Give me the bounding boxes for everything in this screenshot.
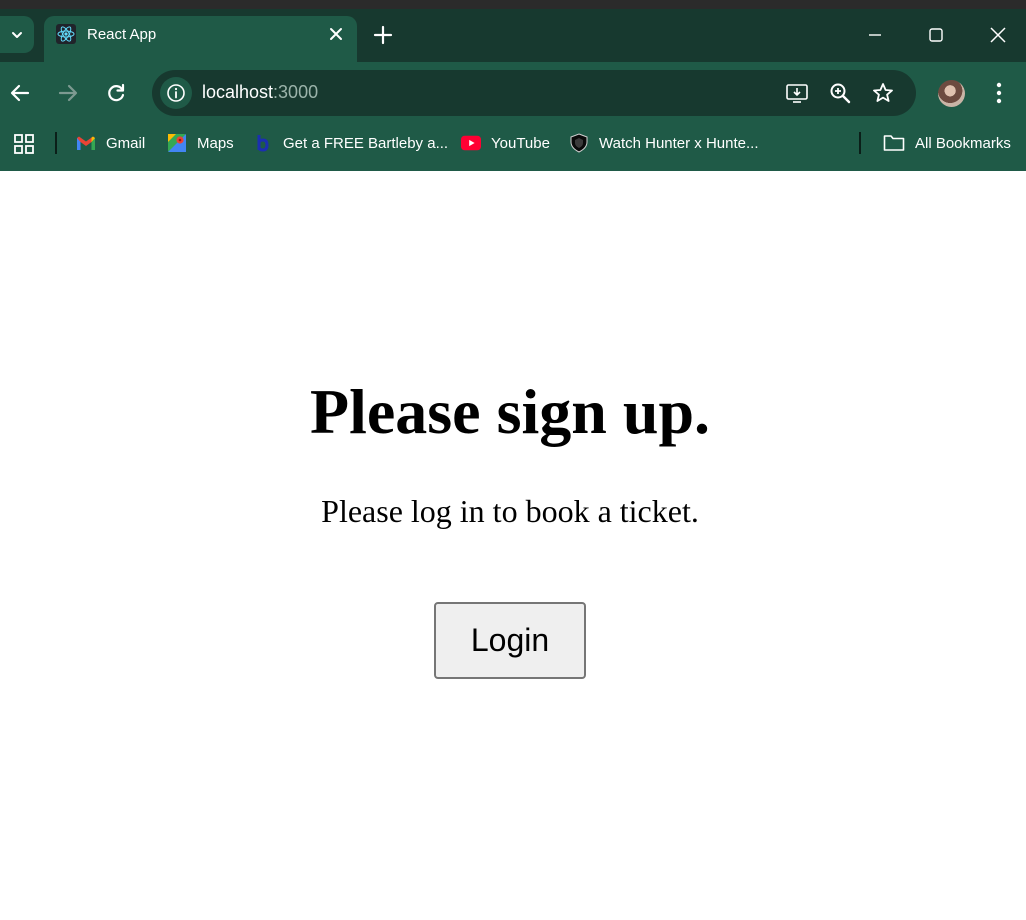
site-info-button[interactable]	[160, 77, 192, 109]
url-port: :3000	[273, 82, 319, 102]
browser-chrome: React App localhost:3000 Gmail Maps Get …	[0, 0, 1026, 171]
login-prompt: Please log in to book a ticket.	[321, 493, 699, 529]
folder-icon	[883, 133, 905, 153]
reload-button[interactable]	[103, 80, 129, 106]
bookmark-maps[interactable]: Maps	[167, 131, 234, 155]
bookmark-label: Get a FREE Bartleby a...	[283, 134, 449, 152]
bookmark-label: Maps	[197, 134, 234, 152]
back-button[interactable]	[7, 80, 33, 106]
bookmark-label: YouTube	[491, 134, 550, 152]
tab-title: React App	[87, 26, 157, 43]
bookmark-bartleby[interactable]: Get a FREE Bartleby a...	[253, 131, 448, 155]
all-bookmarks-label: All Bookmarks	[915, 134, 1011, 152]
install-icon	[786, 84, 808, 103]
maximize-button[interactable]	[923, 22, 949, 48]
forward-button[interactable]	[55, 80, 81, 106]
zoom-icon	[830, 83, 851, 104]
close-icon	[990, 27, 1006, 43]
url-text[interactable]: localhost:3000	[202, 82, 318, 103]
zoom-button[interactable]	[828, 81, 852, 105]
page-content: Please sign up. Please log in to book a …	[0, 171, 1026, 920]
avatar[interactable]	[938, 80, 965, 107]
arrow-left-icon	[10, 84, 30, 102]
apps-grid-icon[interactable]	[14, 134, 34, 154]
minimize-button[interactable]	[862, 22, 888, 48]
address-bar[interactable]: localhost:3000	[152, 70, 916, 116]
tab-react-app[interactable]: React App	[44, 16, 357, 62]
star-icon	[873, 83, 893, 102]
bookmarks-divider	[859, 132, 861, 154]
all-bookmarks[interactable]: All Bookmarks	[883, 131, 1011, 155]
close-window-button[interactable]	[985, 22, 1011, 48]
login-button[interactable]: Login	[434, 602, 586, 679]
page-title: Please sign up.	[309, 376, 711, 447]
bookmark-label: Gmail	[106, 134, 146, 152]
arrow-right-icon	[58, 84, 78, 102]
reload-icon	[108, 83, 125, 102]
minimize-icon	[869, 34, 881, 36]
shield-icon	[569, 133, 589, 153]
bookmark-star-button[interactable]	[871, 81, 895, 105]
more-vert-icon	[996, 82, 1002, 104]
menu-button[interactable]	[988, 80, 1010, 106]
maps-icon	[167, 133, 187, 153]
url-host: localhost	[202, 82, 274, 102]
close-icon[interactable]	[327, 25, 345, 43]
youtube-icon	[461, 133, 481, 153]
maximize-icon	[929, 28, 943, 42]
chevron-down-icon	[12, 31, 22, 38]
gmail-icon	[76, 133, 96, 153]
plus-icon[interactable]	[372, 24, 394, 46]
bookmark-hunter[interactable]: Watch Hunter x Hunte...	[569, 131, 759, 155]
bookmarks-divider	[55, 132, 57, 154]
title-bar: React App	[0, 0, 1026, 62]
tab-search-button[interactable]	[0, 16, 34, 53]
react-logo-icon	[56, 24, 76, 44]
bartleby-icon	[253, 133, 273, 153]
info-icon	[167, 84, 185, 102]
bookmark-youtube[interactable]: YouTube	[461, 131, 550, 155]
bookmark-gmail[interactable]: Gmail	[76, 131, 145, 155]
install-app-button[interactable]	[785, 81, 809, 105]
bookmark-label: Watch Hunter x Hunte...	[599, 134, 759, 152]
